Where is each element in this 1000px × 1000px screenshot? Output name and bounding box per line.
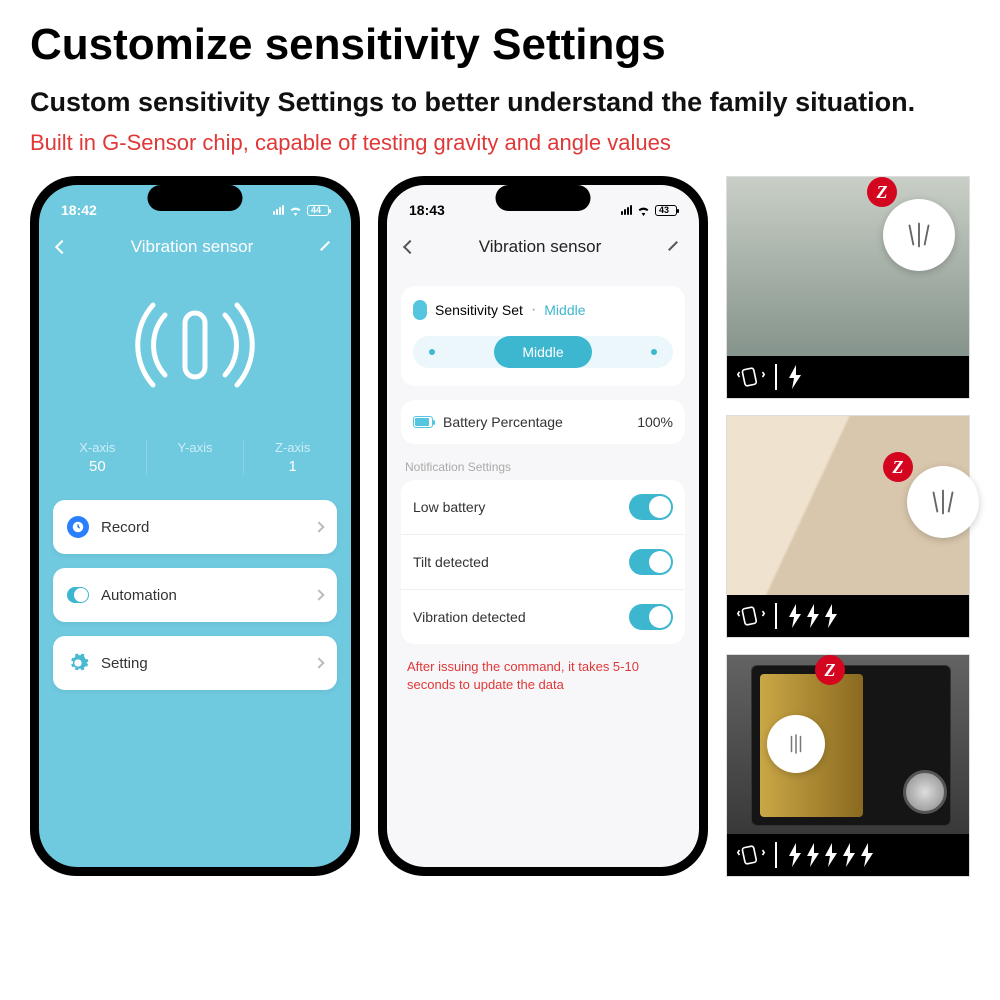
menu-label: Setting <box>101 655 303 672</box>
battery-icon: 44 <box>307 205 329 216</box>
screen-title: Vibration sensor <box>415 237 665 257</box>
section-header: Notification Settings <box>405 460 681 474</box>
menu-list: Record Automation Setting <box>53 500 337 690</box>
battery-icon: 43 <box>655 205 677 216</box>
sensor-device <box>883 199 955 271</box>
screen-header: Vibration sensor <box>387 229 699 265</box>
battery-label: Battery Percentage <box>443 414 627 430</box>
safe-dial <box>903 770 947 814</box>
zigbee-badge: Z <box>815 655 845 685</box>
thumbnail-door: Z <box>726 415 970 638</box>
sensitivity-label: Sensitivity Set <box>435 302 523 318</box>
content-row: 18:42 44 Vibration sensor <box>30 176 970 877</box>
battery-value: 100% <box>637 414 673 430</box>
zigbee-badge: Z <box>883 452 913 482</box>
thumbnail-window: Z <box>726 176 970 399</box>
intensity-1 <box>787 365 803 389</box>
vibration-icon <box>737 842 765 868</box>
status-time: 18:43 <box>409 202 445 218</box>
vibration-icon <box>737 364 765 390</box>
toggle-on[interactable] <box>629 494 673 520</box>
status-time: 18:42 <box>61 202 97 218</box>
sensor-device <box>767 715 825 773</box>
sensitivity-card: Sensitivity Set · Middle Middle <box>401 286 685 386</box>
menu-label: Record <box>101 519 303 536</box>
use-case-thumbnails: Z Z <box>726 176 970 877</box>
screen-header: Vibration sensor <box>39 229 351 265</box>
menu-item-automation[interactable]: Automation <box>53 568 337 622</box>
vibration-hero-icon <box>39 285 351 405</box>
battery-icon <box>413 416 433 428</box>
sensitivity-slider[interactable]: Middle <box>413 336 673 368</box>
headline: Customize sensitivity Settings <box>30 20 970 70</box>
automation-icon <box>67 584 89 606</box>
z-axis-cell: Z-axis 1 <box>244 440 341 475</box>
y-axis-cell: Y-axis <box>147 440 245 475</box>
wifi-icon <box>636 205 651 216</box>
phone-mock-overview: 18:42 44 Vibration sensor <box>30 176 360 876</box>
signal-icon <box>273 205 284 215</box>
subheadline: Custom sensitivity Settings to better un… <box>30 85 970 120</box>
edit-icon[interactable] <box>317 239 333 255</box>
notification-card: Low battery Tilt detected Vibration dete… <box>401 480 685 644</box>
phone-mock-settings: 18:43 43 Vibration sensor Sensitivity Se… <box>378 176 708 876</box>
divider <box>775 364 777 390</box>
update-note: After issuing the command, it takes 5-10… <box>401 644 685 694</box>
phone-notch <box>496 185 591 211</box>
menu-item-record[interactable]: Record <box>53 500 337 554</box>
chevron-right-icon <box>313 521 324 532</box>
clock-icon <box>67 516 89 538</box>
sensor-icon <box>413 300 427 320</box>
screen-title: Vibration sensor <box>67 237 317 257</box>
sensitivity-value: Middle <box>544 302 585 318</box>
chevron-right-icon <box>313 657 324 668</box>
wifi-icon <box>288 205 303 216</box>
divider <box>775 842 777 868</box>
menu-item-setting[interactable]: Setting <box>53 636 337 690</box>
intensity-5 <box>787 843 875 867</box>
notif-tilt: Tilt detected <box>401 534 685 589</box>
menu-label: Automation <box>101 587 303 604</box>
zigbee-badge: Z <box>867 177 897 207</box>
toggle-on[interactable] <box>629 604 673 630</box>
slider-thumb[interactable]: Middle <box>494 336 593 368</box>
notif-vibration: Vibration detected <box>401 589 685 644</box>
notif-low-battery: Low battery <box>401 480 685 534</box>
sensor-device <box>907 466 979 538</box>
thumbnail-safe: Z <box>726 654 970 877</box>
axes-readout: X-axis 50 Y-axis Z-axis 1 <box>39 440 351 475</box>
phone-notch <box>148 185 243 211</box>
x-axis-cell: X-axis 50 <box>49 440 147 475</box>
gear-icon <box>67 652 89 674</box>
chevron-right-icon <box>313 589 324 600</box>
battery-row: Battery Percentage 100% <box>401 400 685 444</box>
signal-icon <box>621 205 632 215</box>
edit-icon[interactable] <box>665 239 681 255</box>
vibration-icon <box>737 603 765 629</box>
feature-note: Built in G-Sensor chip, capable of testi… <box>30 130 970 156</box>
toggle-on[interactable] <box>629 549 673 575</box>
intensity-3 <box>787 604 839 628</box>
divider <box>775 603 777 629</box>
